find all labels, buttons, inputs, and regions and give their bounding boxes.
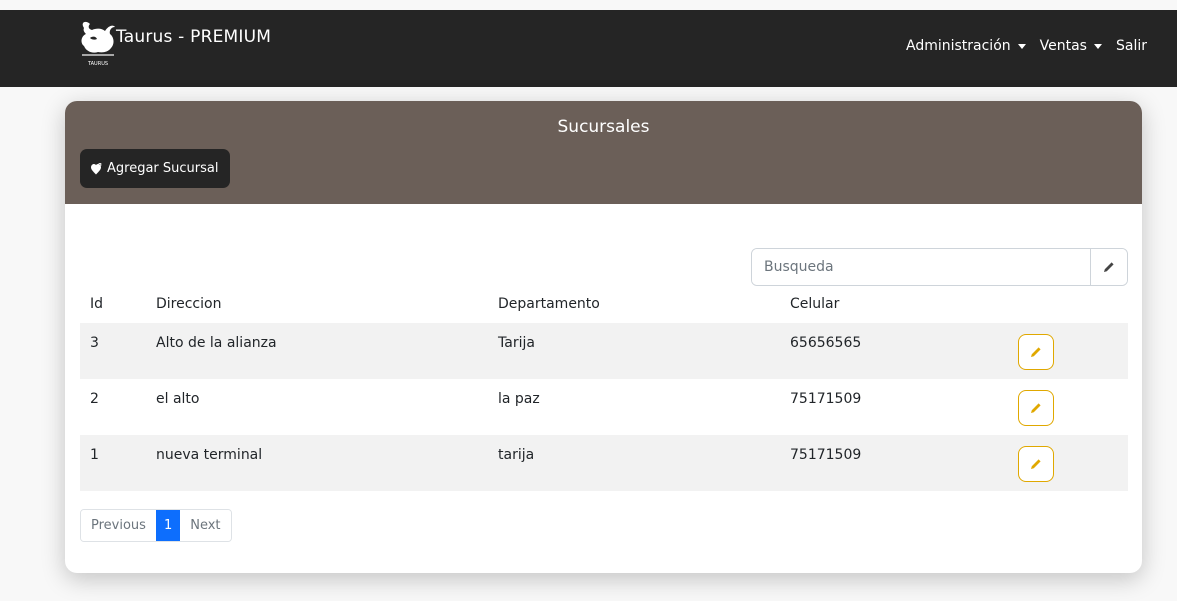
cell-celular: 75171509 [780, 435, 1008, 491]
pencil-icon [1104, 262, 1114, 272]
pencil-icon [1031, 459, 1041, 469]
cell-actions [1008, 323, 1128, 379]
pencil-icon [1031, 347, 1041, 357]
cell-actions [1008, 435, 1128, 491]
edit-row-button[interactable] [1018, 446, 1054, 482]
header-celular[interactable]: Celular [780, 285, 1008, 323]
top-navbar: TAURUS Taurus - PREMIUM Administración V… [0, 10, 1177, 87]
cell-direccion: el alto [156, 391, 200, 407]
brand[interactable]: TAURUS Taurus - PREMIUM [78, 18, 271, 76]
search-input[interactable] [752, 249, 1090, 285]
search-button[interactable] [1090, 249, 1127, 285]
card-header: Sucursales Agregar Sucursal [65, 101, 1142, 204]
table-header-row: Id Direccion Departamento Celular [80, 285, 1128, 323]
table-row: 3 Alto de la alianza Tarija 65656565 [80, 323, 1128, 379]
bull-logo-icon: TAURUS [81, 21, 115, 67]
chevron-down-icon [1093, 43, 1102, 49]
pagination-previous[interactable]: Previous [81, 510, 156, 541]
nav-menu: Administración Ventas Salir [906, 38, 1147, 54]
map-pin-heart-icon [91, 162, 102, 174]
nav-administracion-label: Administración [905, 38, 1011, 54]
table-row: 1 nueva terminal tarija 75171509 [80, 435, 1128, 491]
nav-ventas[interactable]: Ventas [1040, 38, 1102, 54]
pencil-icon [1031, 403, 1041, 413]
header-actions [1008, 285, 1128, 323]
add-sucursal-button[interactable]: Agregar Sucursal [80, 149, 231, 188]
sucursales-table: Id Direccion Departamento Celular 3 Alto… [80, 285, 1128, 491]
header-id[interactable]: Id [80, 285, 146, 323]
cell-id: 1 [80, 435, 146, 491]
cell-departamento: Tarija [488, 323, 780, 379]
cell-celular: 65656565 [780, 323, 1008, 379]
sucursales-card: Sucursales Agregar Sucursal Id Direccion… [65, 101, 1142, 573]
search-group [751, 248, 1128, 286]
chevron-down-icon [1017, 43, 1026, 49]
cell-direccion: nueva terminal [146, 435, 488, 491]
cell-id: 2 [90, 391, 99, 407]
pagination: Previous 1 Next [80, 509, 232, 542]
logo-caption: TAURUS [87, 61, 108, 67]
table-row: 2 el alto la paz 75171509 [80, 379, 1128, 435]
add-sucursal-label: Agregar Sucursal [107, 161, 219, 176]
cell-departamento: tarija [488, 435, 780, 491]
nav-administracion[interactable]: Administración [906, 38, 1026, 54]
nav-salir[interactable]: Salir [1116, 38, 1147, 54]
cell-actions [1008, 379, 1128, 435]
cell-celular: 75171509 [790, 391, 862, 407]
nav-ventas-label: Ventas [1039, 38, 1087, 54]
brand-title[interactable]: Taurus - PREMIUM [116, 27, 271, 47]
cell-direccion: Alto de la alianza [146, 323, 488, 379]
header-departamento[interactable]: Departamento [488, 285, 780, 323]
edit-row-button[interactable] [1018, 390, 1054, 426]
pagination-next[interactable]: Next [180, 510, 231, 541]
cell-id: 3 [80, 323, 146, 379]
nav-salir-label: Salir [1115, 38, 1147, 54]
edit-row-button[interactable] [1018, 334, 1054, 370]
header-direccion[interactable]: Direccion [146, 285, 488, 323]
pagination-page-1[interactable]: 1 [155, 510, 181, 541]
page-title: Sucursales [557, 117, 650, 137]
cell-departamento: la paz [498, 391, 540, 407]
